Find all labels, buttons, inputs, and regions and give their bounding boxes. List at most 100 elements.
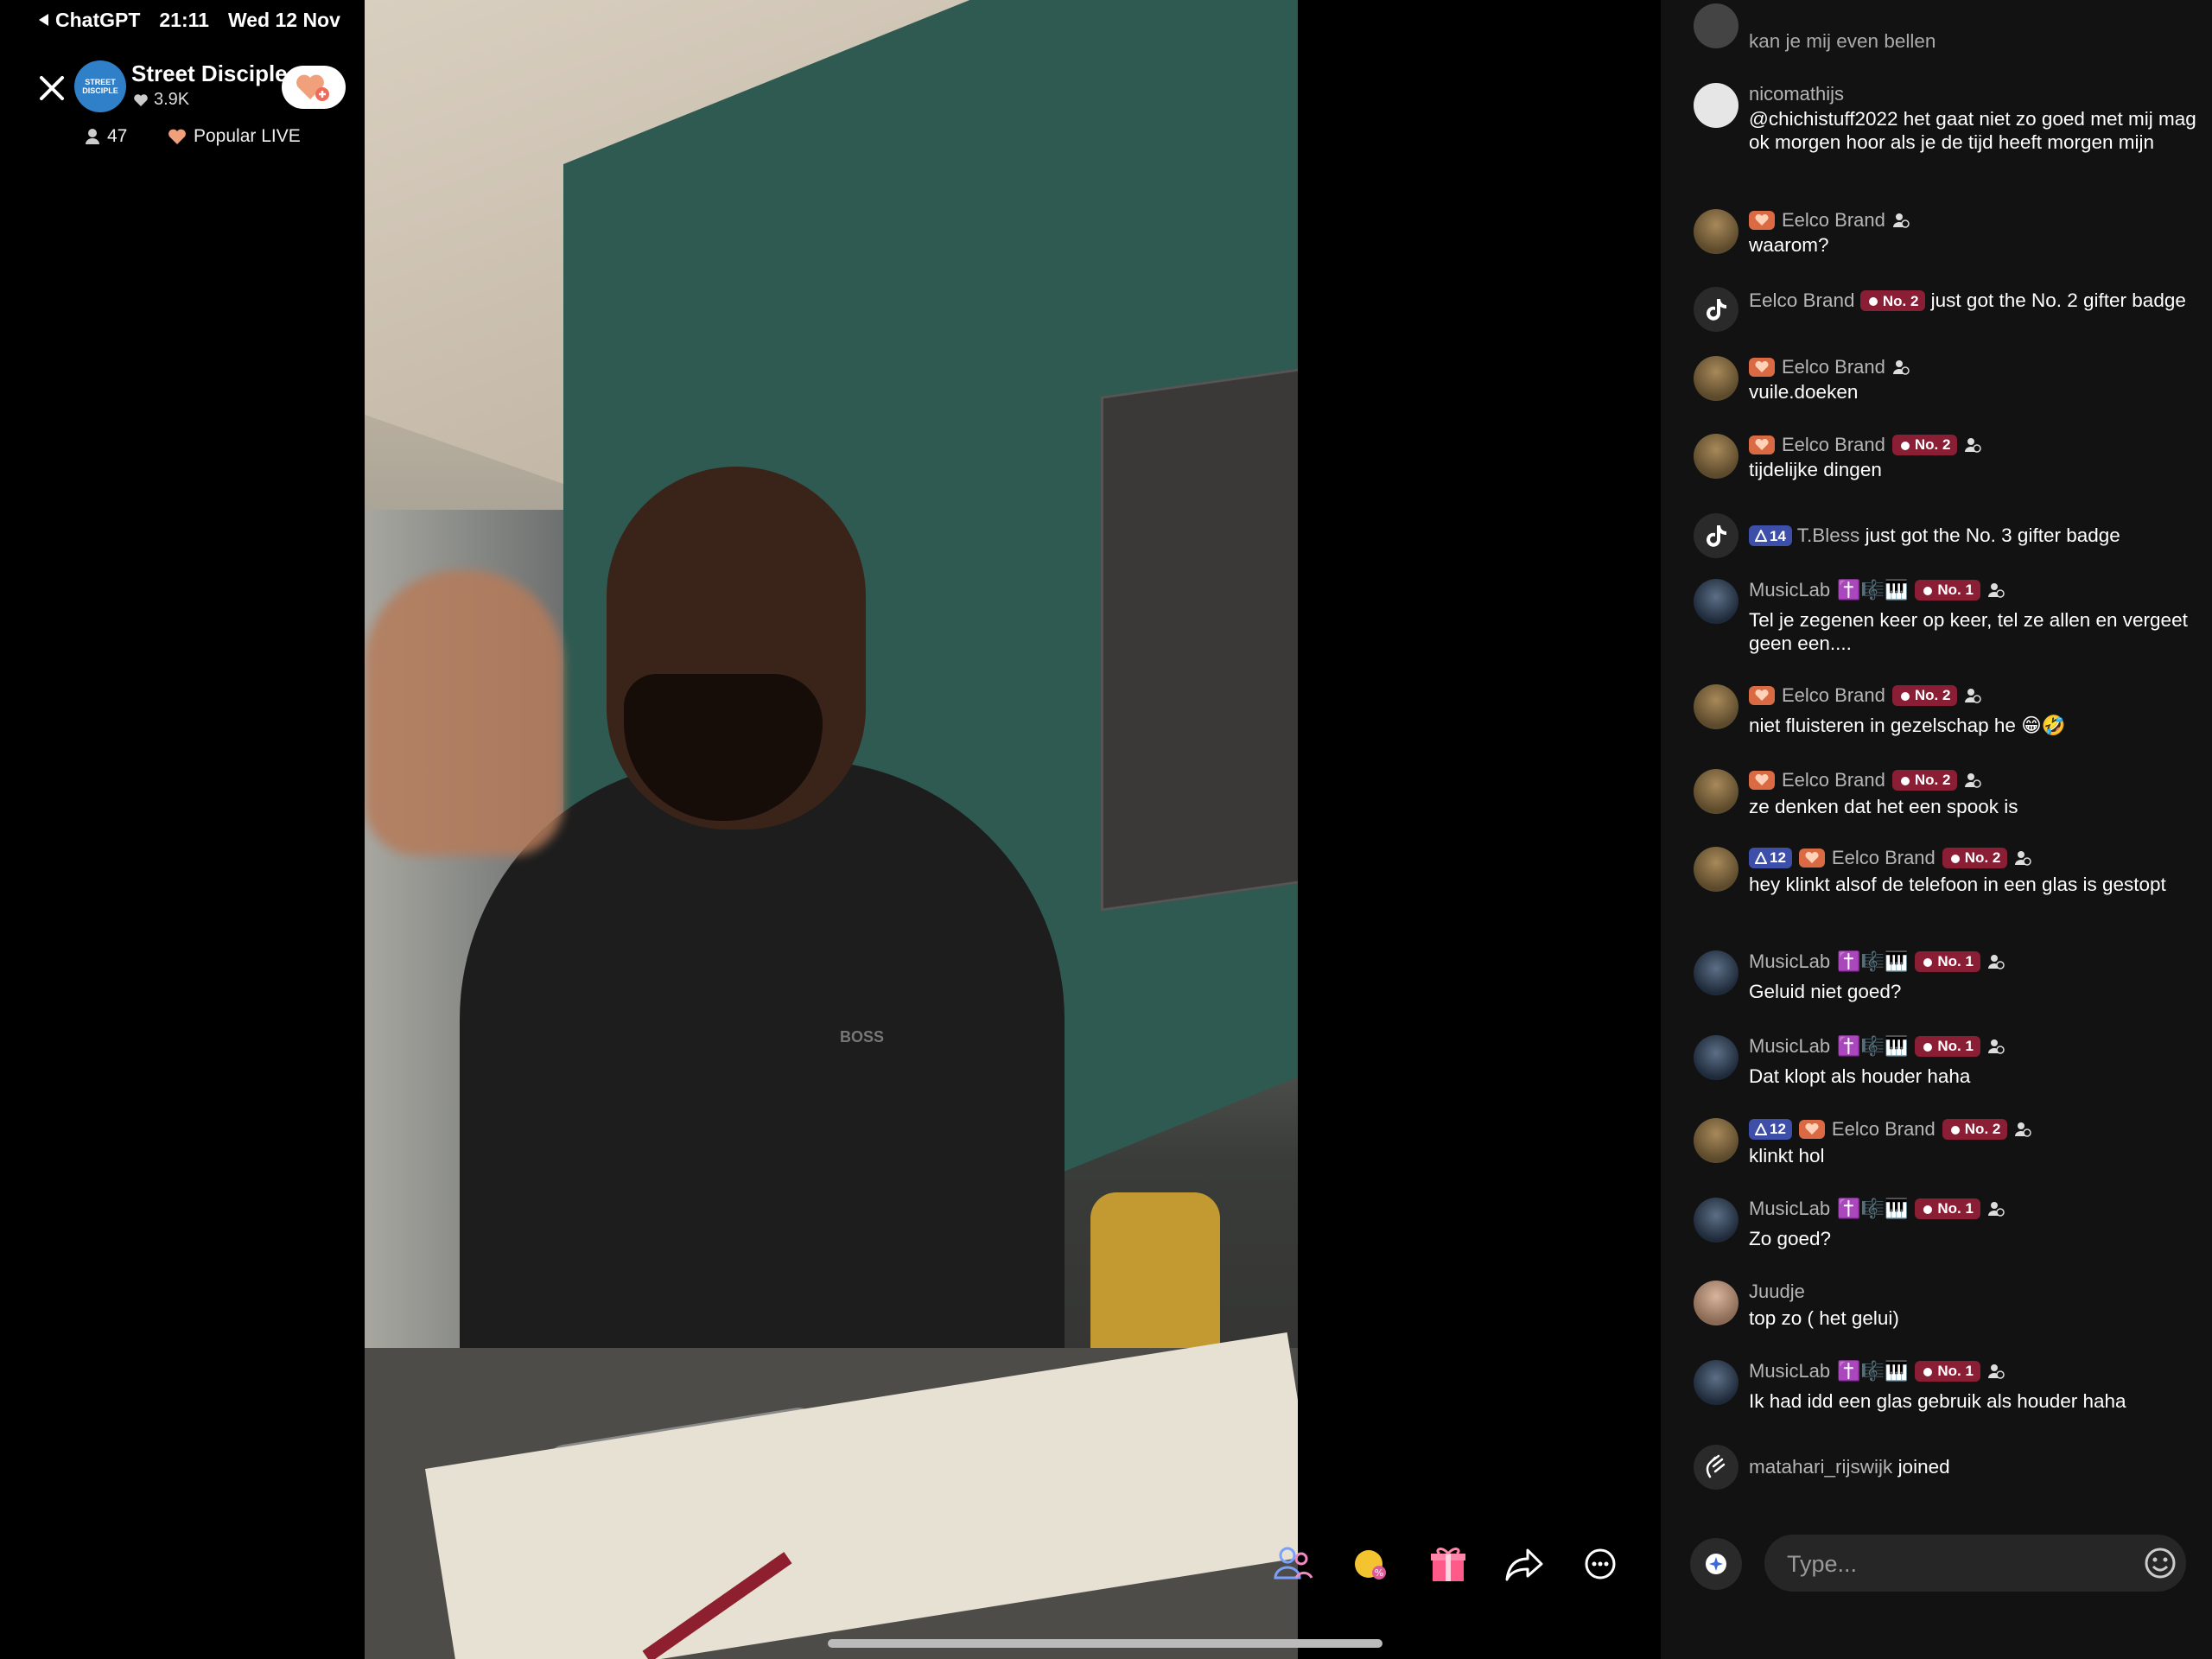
username[interactable]: Juudje: [1749, 1281, 1805, 1303]
username[interactable]: MusicLab: [1749, 1360, 1830, 1382]
heart-icon: [134, 93, 148, 106]
username[interactable]: Eelco Brand: [1782, 434, 1885, 456]
username-emoji: ✝️🎼🎹: [1837, 579, 1909, 601]
sparkle-icon: [1706, 1554, 1726, 1574]
level-badge: 12: [1749, 848, 1792, 868]
status-bar-left: ChatGPT 21:11 Wed 12 Nov: [38, 7, 340, 33]
user-avatar[interactable]: [1694, 1118, 1738, 1163]
user-avatar[interactable]: [1694, 579, 1738, 624]
host-name[interactable]: Street Disciple: [131, 60, 288, 87]
message-meta: Juudje: [1749, 1281, 1805, 1303]
username[interactable]: Eelco Brand: [1782, 356, 1885, 378]
message-text: @chichistuff2022 het gaat niet zo goed m…: [1749, 108, 2196, 153]
message-text: Dat klopt als houder haha: [1749, 1065, 1971, 1087]
user-avatar[interactable]: [1694, 684, 1738, 729]
username[interactable]: MusicLab: [1749, 1035, 1830, 1058]
chat-input-container[interactable]: [1764, 1535, 2186, 1593]
username[interactable]: nicomathijs: [1749, 83, 1844, 105]
home-indicator[interactable]: [828, 1639, 1382, 1648]
user-avatar[interactable]: [1694, 1281, 1738, 1325]
chat-message: kan je mij even bellen: [1694, 3, 2212, 55]
likes-count: 3.9K: [154, 90, 190, 109]
popular-live-label: Popular LIVE: [194, 126, 301, 146]
live-video[interactable]: BOSS: [365, 0, 1298, 1659]
username[interactable]: Eelco Brand: [1832, 1118, 1936, 1141]
username-emoji: ✝️🎼🎹: [1837, 1035, 1909, 1057]
message-meta: 12 Eelco Brand No. 2: [1749, 1118, 2032, 1141]
chat-panel[interactable]: kan je mij even bellen nicomathijs @chic…: [1661, 0, 2212, 1659]
username[interactable]: Eelco Brand: [1782, 769, 1885, 791]
username[interactable]: T.Bless: [1797, 524, 1860, 546]
emoji-icon[interactable]: [2143, 1546, 2177, 1580]
follow-button[interactable]: [282, 66, 346, 109]
username[interactable]: Eelco Brand: [1782, 209, 1885, 232]
username[interactable]: Eelco Brand: [1832, 847, 1936, 869]
level-badge: 12: [1749, 1119, 1792, 1140]
tiktok-icon: [1694, 287, 1738, 332]
message-meta: Eelco Brand No. 2: [1749, 684, 1982, 707]
ai-sparkle-button[interactable]: [1690, 1538, 1742, 1590]
gifter-badge: No. 2: [1859, 290, 1926, 311]
chat-input-row: [1661, 1531, 2212, 1593]
follow-user-icon[interactable]: [1987, 953, 2005, 970]
follow-user-icon[interactable]: [2014, 849, 2032, 867]
gift-icon[interactable]: [1426, 1541, 1471, 1586]
user-avatar[interactable]: [1694, 950, 1738, 995]
gifter-badge: No. 2: [1942, 1119, 2008, 1140]
user-avatar[interactable]: [1694, 1035, 1738, 1080]
follow-user-icon[interactable]: [1987, 582, 2005, 599]
heart-plus-icon: [296, 74, 329, 101]
username[interactable]: matahari_rijswijk: [1749, 1456, 1892, 1478]
back-to-app[interactable]: ChatGPT: [38, 9, 140, 32]
message-text: Geluid niet goed?: [1749, 981, 1902, 1002]
user-avatar[interactable]: [1694, 847, 1738, 892]
message-meta: Eelco Brand: [1749, 209, 1910, 232]
follow-user-icon[interactable]: [1987, 1038, 2005, 1055]
message-text: hey klinkt alsof de telefoon in een glas…: [1749, 874, 2166, 895]
gifter-badge: No. 1: [1915, 580, 1980, 601]
username[interactable]: MusicLab: [1749, 950, 1830, 973]
fan-badge-icon: [1749, 358, 1775, 377]
user-avatar[interactable]: [1694, 209, 1738, 254]
viewer-count[interactable]: 47: [85, 126, 127, 147]
chat-input[interactable]: [1785, 1535, 2117, 1593]
user-avatar[interactable]: [1694, 769, 1738, 814]
user-avatar[interactable]: [1694, 434, 1738, 479]
follow-user-icon[interactable]: [1987, 1363, 2005, 1380]
user-avatar[interactable]: [1694, 83, 1738, 128]
message-text: 14 T.Bless just got the No. 3 gifter bad…: [1749, 524, 2212, 547]
coin-discount-icon[interactable]: %: [1348, 1541, 1393, 1586]
user-avatar[interactable]: [1694, 1360, 1738, 1405]
more-options-icon[interactable]: [1578, 1541, 1623, 1586]
viewer-count-value: 47: [107, 126, 128, 146]
follow-user-icon[interactable]: [1987, 1200, 2005, 1217]
follow-user-icon[interactable]: [1892, 359, 1910, 376]
guests-icon[interactable]: [1270, 1541, 1315, 1586]
username[interactable]: Eelco Brand: [1782, 684, 1885, 707]
share-icon[interactable]: [1502, 1541, 1547, 1586]
username[interactable]: Eelco Brand: [1749, 289, 1855, 311]
close-icon[interactable]: [33, 69, 71, 107]
user-avatar[interactable]: [1694, 3, 1738, 48]
message-meta: MusicLab ✝️🎼🎹 No. 1: [1749, 1035, 2005, 1058]
follow-user-icon[interactable]: [1892, 212, 1910, 229]
user-avatar[interactable]: [1694, 1198, 1738, 1243]
message-meta: MusicLab ✝️🎼🎹 No. 1: [1749, 1360, 2005, 1382]
video-tv: [1101, 364, 1298, 912]
follow-user-icon[interactable]: [2014, 1121, 2032, 1138]
message-text: Zo goed?: [1749, 1228, 1832, 1249]
message-text: Ik had idd een glas gebruik als houder h…: [1749, 1390, 2126, 1412]
message-text: ze denken dat het een spook is: [1749, 796, 2018, 817]
follow-user-icon[interactable]: [1964, 687, 1982, 704]
follow-user-icon[interactable]: [1964, 772, 1982, 789]
follow-user-icon[interactable]: [1964, 436, 1982, 454]
popular-heart-icon: [168, 129, 186, 144]
host-avatar[interactable]: STREET DISCIPLE: [74, 60, 126, 112]
username[interactable]: MusicLab: [1749, 579, 1830, 601]
fan-badge-icon: [1749, 686, 1775, 705]
shirt-logo: BOSS: [840, 1028, 885, 1046]
user-avatar[interactable]: [1694, 356, 1738, 401]
back-arrow-icon: [39, 14, 48, 26]
username[interactable]: MusicLab: [1749, 1198, 1830, 1220]
popular-live-badge[interactable]: Popular LIVE: [168, 126, 301, 147]
